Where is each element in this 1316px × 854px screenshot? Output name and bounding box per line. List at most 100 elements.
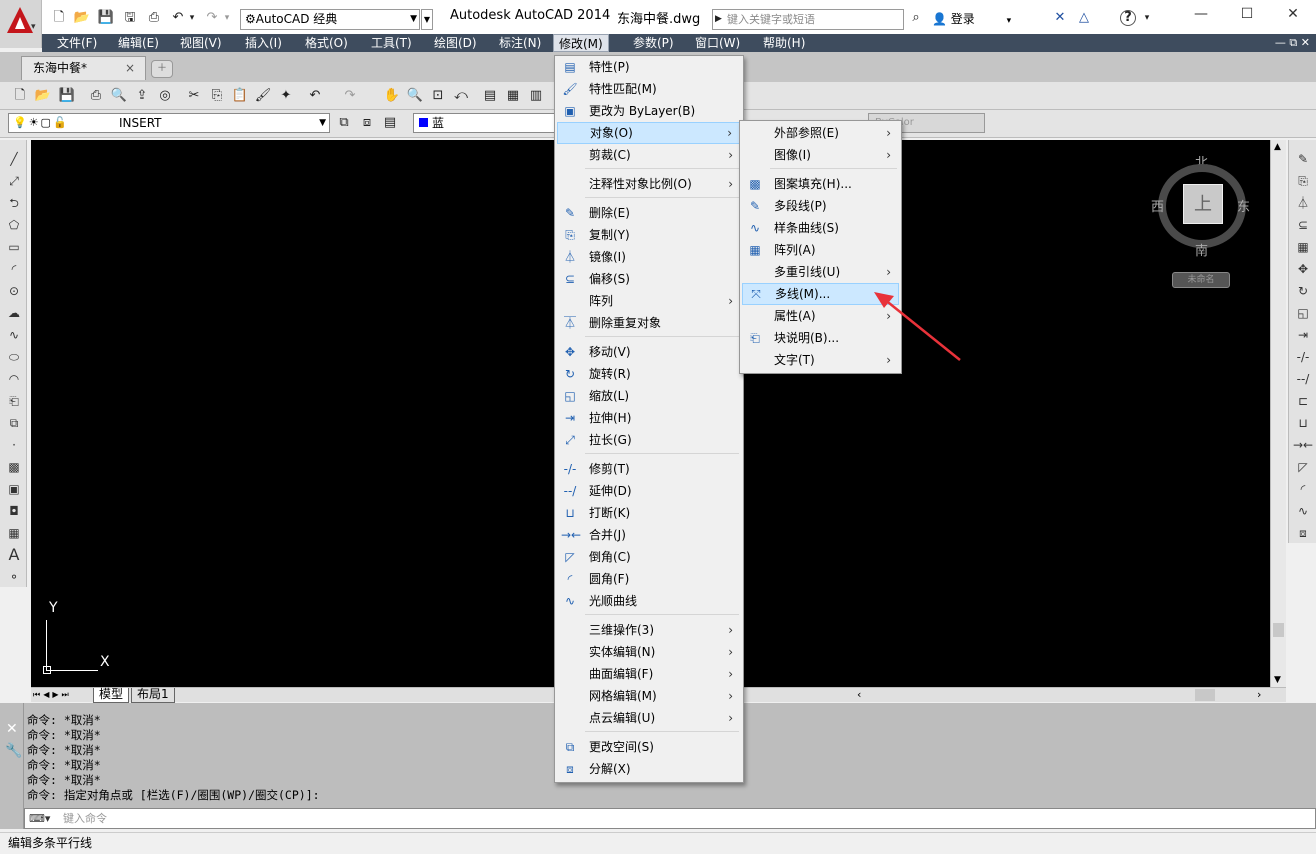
menu-item-scale[interactable]: ◱ 缩放(L) [557, 385, 741, 407]
scroll-down-icon[interactable]: ▼ [1274, 675, 1281, 685]
menu-item-surface-editing[interactable]: 曲面编辑(F) › [557, 663, 741, 685]
menu-item-xref[interactable]: 外部参照(E) › [742, 122, 899, 144]
menu-item-3d-operations[interactable]: 三维操作(3) › [557, 619, 741, 641]
maximize-button[interactable]: ☐ [1232, 4, 1262, 24]
circle-icon[interactable]: ⊙ [4, 282, 24, 300]
viewcube-west[interactable]: 西 [1151, 196, 1164, 215]
menu-item-explode[interactable]: ⧈ 分解(X) [557, 758, 741, 780]
menu-item-rotate[interactable]: ↻ 旋转(R) [557, 363, 741, 385]
open-file-icon[interactable]: 📂 [73, 9, 91, 27]
menu-item-multileader[interactable]: 多重引线(U) › [742, 261, 899, 283]
hatch-icon[interactable]: ▩ [4, 458, 24, 476]
fillet-icon[interactable]: ◜ [1293, 480, 1313, 498]
menu-item-annotative-scale[interactable]: 注释性对象比例(O) › [557, 173, 741, 195]
extend-icon[interactable]: --/ [1293, 370, 1313, 388]
close-tab-icon[interactable]: × [125, 57, 135, 79]
redo-icon[interactable]: ↷ [340, 86, 360, 106]
layer-properties-icon[interactable]: ▤ [380, 113, 400, 133]
break-at-point-icon[interactable]: ⊏ [1293, 392, 1313, 410]
color-select[interactable]: 蓝 [413, 113, 556, 133]
viewcube-south[interactable]: 南 [1195, 240, 1208, 259]
menu-item-copy[interactable]: ⎘ 复制(Y) [557, 224, 741, 246]
properties-icon[interactable]: ▤ [480, 86, 500, 106]
menu-item-clip[interactable]: 剪裁(C) › [557, 144, 741, 166]
binoculars-icon[interactable]: ⌕ [907, 9, 925, 27]
plot-icon[interactable]: ⎙ [86, 86, 106, 106]
exchange-icon[interactable]: ✕ [1051, 9, 1069, 27]
menu-item-match-properties[interactable]: 🖌 特性匹配(M) [557, 78, 741, 100]
gradient-icon[interactable]: ▣ [4, 480, 24, 498]
menu-item-spline[interactable]: ∿ 样条曲线(S) [742, 217, 899, 239]
menu-edit[interactable]: 编辑(E) [113, 34, 164, 52]
application-menu-button[interactable]: ▾ [0, 0, 42, 48]
workspace-menu-button[interactable]: ▼ [421, 9, 433, 30]
menu-item-join[interactable]: →← 合并(J) [557, 524, 741, 546]
array-icon[interactable]: ▦ [1293, 238, 1313, 256]
menu-item-offset[interactable]: ⊆ 偏移(S) [557, 268, 741, 290]
menu-item-solid-editing[interactable]: 实体编辑(N) › [557, 641, 741, 663]
chevron-down-icon[interactable]: ▾ [187, 9, 197, 27]
ellipse-icon[interactable]: ⬭ [4, 348, 24, 366]
chevron-down-icon[interactable]: ▾ [1142, 9, 1152, 27]
command-window-handle[interactable]: ✕ 🔧 [0, 703, 24, 829]
menu-item-point-cloud-editing[interactable]: 点云编辑(U) › [557, 707, 741, 729]
menu-item-trim[interactable]: -/- 修剪(T) [557, 458, 741, 480]
explode-icon[interactable]: ⧈ [1293, 524, 1313, 542]
trim-icon[interactable]: -/- [1293, 348, 1313, 366]
menu-item-mesh-editing[interactable]: 网格编辑(M) › [557, 685, 741, 707]
save-as-icon[interactable]: 🖫 [121, 9, 139, 27]
plot-preview-icon[interactable]: 🔍 [109, 86, 129, 106]
minimize-button[interactable]: — [1186, 4, 1216, 24]
close-button[interactable]: ✕ [1278, 4, 1308, 24]
save-icon[interactable]: 💾 [97, 9, 115, 27]
publish-icon[interactable]: ⇪ [132, 86, 152, 106]
open-file-icon[interactable]: 📂 [33, 86, 53, 106]
scroll-right-icon[interactable]: › [1257, 688, 1261, 701]
move-icon[interactable]: ✥ [1293, 260, 1313, 278]
menu-item-lengthen[interactable]: ⤢ 拉长(G) [557, 429, 741, 451]
multiline-text-icon[interactable]: A [4, 546, 24, 564]
construction-line-icon[interactable]: ⤢ [4, 172, 24, 190]
file-tab[interactable]: 东海中餐* × [21, 56, 146, 80]
search-input[interactable]: ▶ 键入关键字或短语 [712, 9, 904, 30]
vertical-scrollbar[interactable]: ▲ ▼ [1270, 140, 1286, 687]
save-icon[interactable]: 💾 [57, 86, 77, 106]
region-icon[interactable]: ◘ [4, 502, 24, 520]
rectangle-icon[interactable]: ▭ [4, 238, 24, 256]
design-center-icon[interactable]: ▦ [503, 86, 523, 106]
menu-parametric[interactable]: 参数(P) [628, 34, 679, 52]
menu-item-change-space[interactable]: ⧉ 更改空间(S) [557, 736, 741, 758]
menu-item-extend[interactable]: --/延伸(D) [557, 480, 741, 502]
menu-item-object[interactable]: 对象(O) › [557, 122, 741, 144]
line-icon[interactable]: ╱ [4, 150, 24, 168]
sign-in-button[interactable]: 👤 登录 ▾ [932, 10, 1011, 27]
scroll-left-icon[interactable]: ‹ [857, 688, 861, 701]
layer-select[interactable]: 💡☀▢🔓 INSERT ▼ [8, 113, 330, 133]
menu-modify[interactable]: 修改(M) [553, 34, 609, 52]
layout-navigation-icon[interactable]: ⏮◀▶⏭ [33, 688, 72, 702]
menu-window[interactable]: 窗口(W) [690, 34, 745, 52]
menu-item-image[interactable]: 图像(I) › [742, 144, 899, 166]
join-icon[interactable]: →← [1293, 436, 1313, 454]
workspace-select[interactable]: ⚙AutoCAD 经典 ▼ [240, 9, 420, 30]
block-editor-icon[interactable]: ✦ [276, 86, 296, 106]
undo-icon[interactable]: ↶ [305, 86, 325, 106]
ucs-menu[interactable]: 未命名 [1172, 272, 1230, 288]
copy-icon[interactable]: ⎘ [207, 86, 227, 106]
scale-icon[interactable]: ◱ [1293, 304, 1313, 322]
menu-item-array[interactable]: 阵列 › [557, 290, 741, 312]
scroll-thumb[interactable] [1273, 623, 1284, 637]
command-input[interactable]: ⌨▾ 键入命令 [24, 808, 1316, 829]
menu-item-polyline[interactable]: ✎ 多段线(P) [742, 195, 899, 217]
make-block-icon[interactable]: ⧉ [4, 414, 24, 432]
rotate-icon[interactable]: ↻ [1293, 282, 1313, 300]
ellipse-arc-icon[interactable]: ◠ [4, 370, 24, 388]
menu-item-stretch[interactable]: ⇥ 拉伸(H) [557, 407, 741, 429]
menu-item-blend-curves[interactable]: ∿ 光顺曲线 [557, 590, 741, 612]
viewcube-east[interactable]: 东 [1237, 196, 1250, 215]
menu-item-array-edit[interactable]: ▦ 阵列(A) [742, 239, 899, 261]
close-icon[interactable]: ✕ [6, 721, 18, 737]
table-icon[interactable]: ▦ [4, 524, 24, 542]
chevron-down-icon[interactable]: ▾ [222, 9, 232, 27]
add-selected-icon[interactable]: ⚬ [4, 568, 24, 586]
